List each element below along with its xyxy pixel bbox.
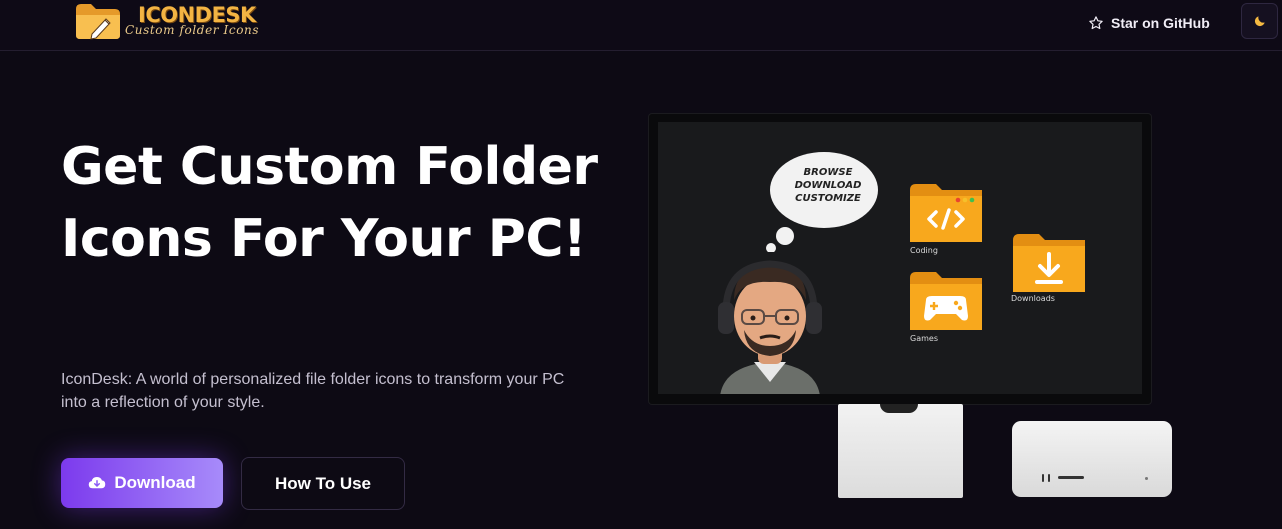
bubble-line-browse: BROWSE: [803, 167, 853, 178]
monitor-illustration: BROWSE DOWNLOAD CUSTOMIZE Coding Downloa…: [649, 114, 1151, 404]
github-label: Star on GitHub: [1111, 15, 1210, 31]
brand-tagline: Custom folder Icons: [125, 23, 260, 37]
download-label: Download: [114, 473, 196, 492]
star-icon: [1089, 16, 1103, 30]
mac-studio-illustration: [1012, 421, 1172, 497]
cloud-download-icon: [89, 477, 106, 489]
bubble-line-download: DOWNLOAD: [794, 180, 862, 191]
folder-label-coding: Coding: [910, 246, 938, 255]
hero-description: IconDesk: A world of personalized file f…: [61, 371, 565, 411]
folder-pencil-icon[interactable]: [74, 1, 122, 41]
bubble-line-customize: CUSTOMIZE: [795, 193, 861, 204]
coding-folder-icon: [910, 184, 982, 242]
moon-icon: [1254, 16, 1265, 27]
folder-label-games: Games: [910, 334, 938, 343]
monitor-stand: [838, 404, 963, 498]
theme-toggle-button[interactable]: [1241, 3, 1278, 39]
star-on-github-link[interactable]: Star on GitHub: [1088, 12, 1210, 34]
folder-label-downloads: Downloads: [1011, 294, 1055, 303]
games-folder-icon: [910, 272, 982, 330]
download-button[interactable]: Download: [61, 458, 223, 508]
top-nav: ICONDESK Custom folder Icons Star on Git…: [0, 0, 1282, 51]
how-to-use-label: How To Use: [274, 473, 372, 493]
downloads-folder-icon: [1013, 234, 1085, 292]
how-to-use-button[interactable]: How To Use: [241, 457, 405, 510]
monitor-screen: BROWSE DOWNLOAD CUSTOMIZE Coding Downloa…: [658, 122, 1142, 394]
stand-cutout: [880, 404, 918, 413]
avatar-character: [718, 260, 822, 394]
hero-title: Get Custom Folder Icons For Your PC!: [61, 137, 598, 269]
